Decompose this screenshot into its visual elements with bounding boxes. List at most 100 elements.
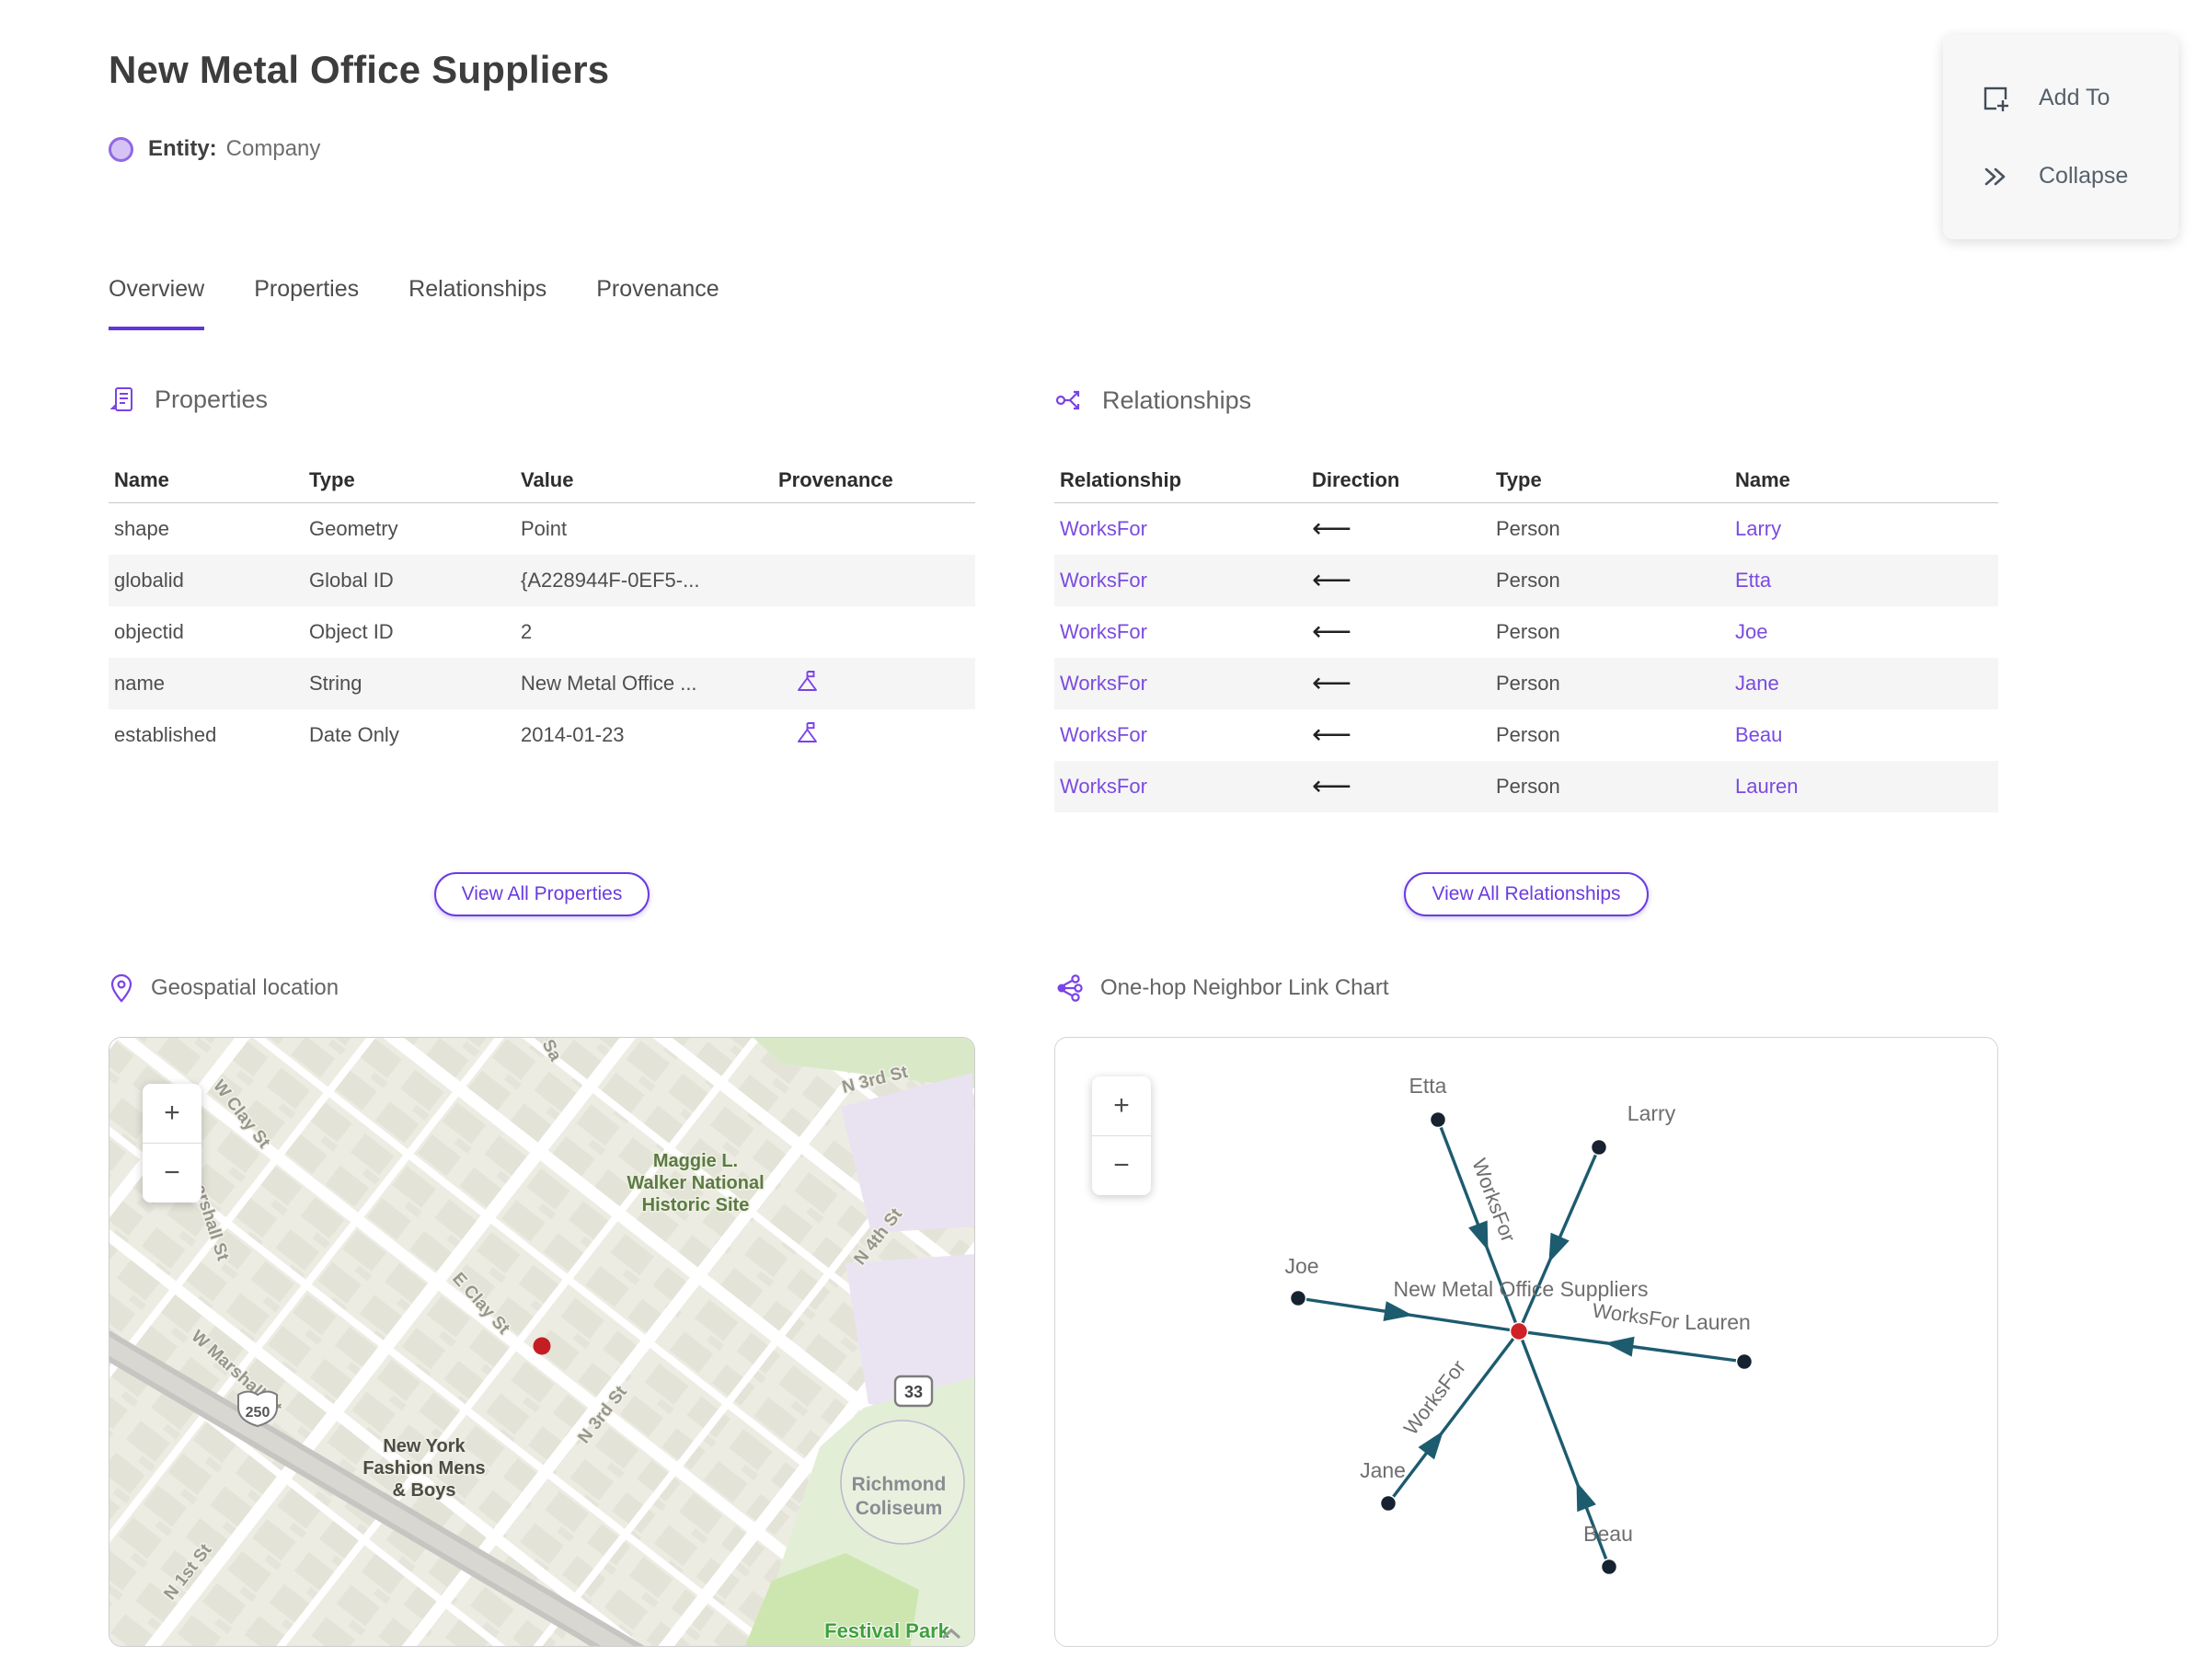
provenance-flag-icon[interactable] xyxy=(778,720,975,751)
link-chart-node[interactable] xyxy=(1600,1558,1618,1576)
properties-section-title: Properties xyxy=(155,385,269,413)
direction-arrow-icon: ⟵ xyxy=(1312,771,1352,801)
entity-name-link[interactable]: Lauren xyxy=(1735,775,1998,799)
edge-arrow-icon xyxy=(1468,1220,1489,1251)
relationship-row: WorksFor ⟵ Person Beau xyxy=(1054,709,1998,761)
link-chart-section-title: One-hop Neighbor Link Chart xyxy=(1100,975,1389,1000)
relationship-type: Person xyxy=(1496,620,1560,643)
tab-overview[interactable]: Overview xyxy=(109,276,205,330)
add-to-label: Add To xyxy=(2039,85,2110,110)
entity-row: Entity: Company xyxy=(109,136,320,162)
relationship-link[interactable]: WorksFor xyxy=(1060,775,1312,799)
link-chart-node[interactable] xyxy=(1429,1110,1447,1129)
property-value: {A228944F-0EF5-... xyxy=(521,569,700,592)
col-relationship: Relationship xyxy=(1060,467,1182,491)
relationship-type: Person xyxy=(1496,723,1560,746)
link-chart-edge-label: WorksFor xyxy=(1399,1356,1470,1440)
entity-details-page: New Metal Office Suppliers Entity: Compa… xyxy=(0,0,2208,1680)
view-all-relationships-button[interactable]: View All Relationships xyxy=(1404,872,1649,916)
tab-properties[interactable]: Properties xyxy=(254,276,359,330)
property-row: established Date Only 2014-01-23 xyxy=(109,709,975,761)
relationship-type: Person xyxy=(1496,775,1560,798)
col-name: Name xyxy=(114,467,169,491)
geospatial-section-title: Geospatial location xyxy=(151,975,339,1000)
edge-arrow-icon xyxy=(1418,1431,1443,1460)
chart-zoom-control: + − xyxy=(1092,1076,1151,1195)
relationship-row: WorksFor ⟵ Person Lauren xyxy=(1054,761,1998,812)
map-zoom-in-button[interactable]: + xyxy=(143,1084,201,1143)
link-chart-node[interactable] xyxy=(1379,1494,1397,1513)
property-row: objectid Object ID 2 xyxy=(109,606,975,658)
collapse-label: Collapse xyxy=(2039,163,2129,189)
view-all-properties-button[interactable]: View All Properties xyxy=(433,872,650,916)
map-entity-marker[interactable] xyxy=(533,1337,551,1355)
map-zoom-control: + − xyxy=(143,1084,201,1202)
route-shield-33: 33 xyxy=(893,1375,934,1408)
property-value: New Metal Office ... xyxy=(521,672,697,695)
link-chart[interactable]: WorksFor WorksFor WorksFor Etta Larry Joe Laur… xyxy=(1054,1037,1998,1647)
entity-name-link[interactable]: Jane xyxy=(1735,672,1998,696)
property-type: Date Only xyxy=(309,723,399,746)
entity-name-link[interactable]: Joe xyxy=(1735,620,1998,644)
col-direction: Direction xyxy=(1312,467,1400,491)
relationship-link[interactable]: WorksFor xyxy=(1060,569,1312,593)
entity-type-icon xyxy=(109,136,133,162)
map-label-maggie-1: Maggie L. xyxy=(653,1151,738,1171)
relationships-section-header: Relationships xyxy=(1054,385,1251,416)
property-row: shape Geometry Point xyxy=(109,503,975,555)
map-label-ny-fashion-1: New York xyxy=(383,1436,466,1456)
relationship-link[interactable]: WorksFor xyxy=(1060,517,1312,541)
property-value: 2014-01-23 xyxy=(521,723,625,746)
provenance-flag-icon[interactable] xyxy=(778,669,975,699)
link-chart-canvas: WorksForWorksForWorksForEttaLarryJoeLaur… xyxy=(1284,1074,1754,1576)
map-zoom-out-button[interactable]: − xyxy=(143,1144,201,1202)
link-chart-center-node[interactable] xyxy=(1509,1321,1529,1341)
map-label-maggie-3: Historic Site xyxy=(642,1195,750,1215)
entity-name-link[interactable]: Larry xyxy=(1735,517,1998,541)
tab-relationships[interactable]: Relationships xyxy=(408,276,546,330)
tab-provenance[interactable]: Provenance xyxy=(596,276,719,330)
page-title: New Metal Office Suppliers xyxy=(109,48,610,91)
relationship-link[interactable]: WorksFor xyxy=(1060,672,1312,696)
col-name: Name xyxy=(1735,467,1790,491)
map-label-maggie-2: Walker National xyxy=(627,1173,764,1193)
link-chart-node-label: Jane xyxy=(1360,1458,1406,1482)
relationship-type: Person xyxy=(1496,517,1560,540)
link-chart-node[interactable] xyxy=(1735,1352,1754,1371)
add-to-button[interactable]: Add To xyxy=(1943,83,2179,114)
relationship-type: Person xyxy=(1496,569,1560,592)
properties-table-header: Name Type Value Provenance xyxy=(109,457,975,503)
entity-type-value: Company xyxy=(225,136,321,161)
link-chart-node[interactable] xyxy=(1590,1138,1608,1156)
property-type: Object ID xyxy=(309,620,394,643)
link-chart-node-label: Joe xyxy=(1284,1254,1318,1278)
map-label-coliseum: Coliseum xyxy=(856,1498,943,1519)
col-value: Value xyxy=(521,467,574,491)
entity-name-link[interactable]: Etta xyxy=(1735,569,1998,593)
relationship-row: WorksFor ⟵ Person Joe xyxy=(1054,606,1998,658)
property-type: String xyxy=(309,672,362,695)
map-canvas: W Clay St Sa N 3rd St Maggie L. Walker N… xyxy=(109,1038,974,1646)
collapse-button[interactable]: Collapse xyxy=(1943,161,2179,192)
relationship-row: WorksFor ⟵ Person Jane xyxy=(1054,658,1998,709)
direction-arrow-icon: ⟵ xyxy=(1312,513,1352,544)
chart-zoom-in-button[interactable]: + xyxy=(1092,1076,1151,1135)
relationship-row: WorksFor ⟵ Person Larry xyxy=(1054,503,1998,555)
edge-arrow-icon xyxy=(1604,1336,1635,1357)
relationship-type: Person xyxy=(1496,672,1560,695)
relationship-link[interactable]: WorksFor xyxy=(1060,620,1312,644)
relationships-section-title: Relationships xyxy=(1102,385,1252,414)
entity-label: Entity: xyxy=(148,136,217,161)
property-type: Global ID xyxy=(309,569,394,592)
entity-name-link[interactable]: Beau xyxy=(1735,723,1998,747)
property-row: name String New Metal Office ... xyxy=(109,658,975,709)
link-chart-node[interactable] xyxy=(1289,1289,1307,1307)
map-label-ny-fashion-3: & Boys xyxy=(393,1480,456,1501)
link-chart-node-label: Larry xyxy=(1627,1101,1676,1125)
geospatial-map[interactable]: W Clay St Sa N 3rd St Maggie L. Walker N… xyxy=(109,1037,975,1647)
link-chart-center-label: New Metal Office Suppliers xyxy=(1394,1277,1649,1301)
property-name: name xyxy=(114,672,166,695)
col-type: Type xyxy=(1496,467,1542,491)
relationship-link[interactable]: WorksFor xyxy=(1060,723,1312,747)
chart-zoom-out-button[interactable]: − xyxy=(1092,1136,1151,1195)
